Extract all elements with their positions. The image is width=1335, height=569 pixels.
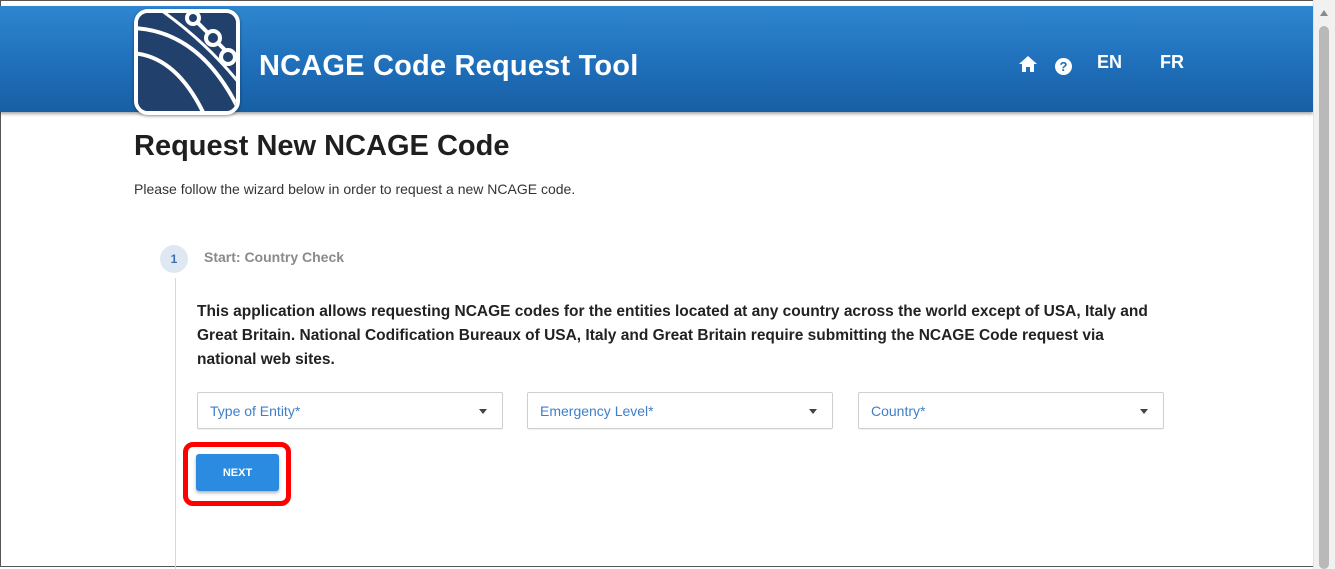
help-icon[interactable]: ?	[1055, 58, 1072, 75]
country-select[interactable]: Country*	[858, 392, 1164, 429]
step-number-badge: 1	[160, 245, 188, 273]
type-of-entity-select[interactable]: Type of Entity*	[197, 392, 503, 429]
scroll-up-arrow-icon[interactable]	[1320, 10, 1328, 16]
step-label: Start: Country Check	[204, 249, 345, 265]
satellite-globe-logo[interactable]	[134, 9, 240, 115]
select-placeholder: Type of Entity*	[210, 403, 301, 419]
emergency-level-select[interactable]: Emergency Level*	[527, 392, 833, 429]
country-check-info: This application allows requesting NCAGE…	[197, 303, 1148, 368]
chevron-down-icon	[809, 409, 817, 414]
home-icon[interactable]	[1018, 55, 1038, 78]
language-fr-link[interactable]: FR	[1160, 52, 1184, 73]
select-placeholder: Emergency Level*	[540, 403, 654, 419]
highlight-box	[183, 442, 291, 506]
page-subtitle: Please follow the wizard below in order …	[134, 181, 576, 197]
vertical-scrollbar[interactable]	[1313, 0, 1335, 569]
scrollbar-thumb[interactable]	[1319, 26, 1329, 569]
page-title: Request New NCAGE Code	[134, 130, 510, 162]
step-connector-line	[175, 278, 176, 569]
chevron-down-icon	[1140, 409, 1148, 414]
chevron-down-icon	[479, 409, 487, 414]
app-title: NCAGE Code Request Tool	[259, 50, 639, 82]
language-en-link[interactable]: EN	[1097, 52, 1122, 73]
select-placeholder: Country*	[871, 403, 926, 419]
